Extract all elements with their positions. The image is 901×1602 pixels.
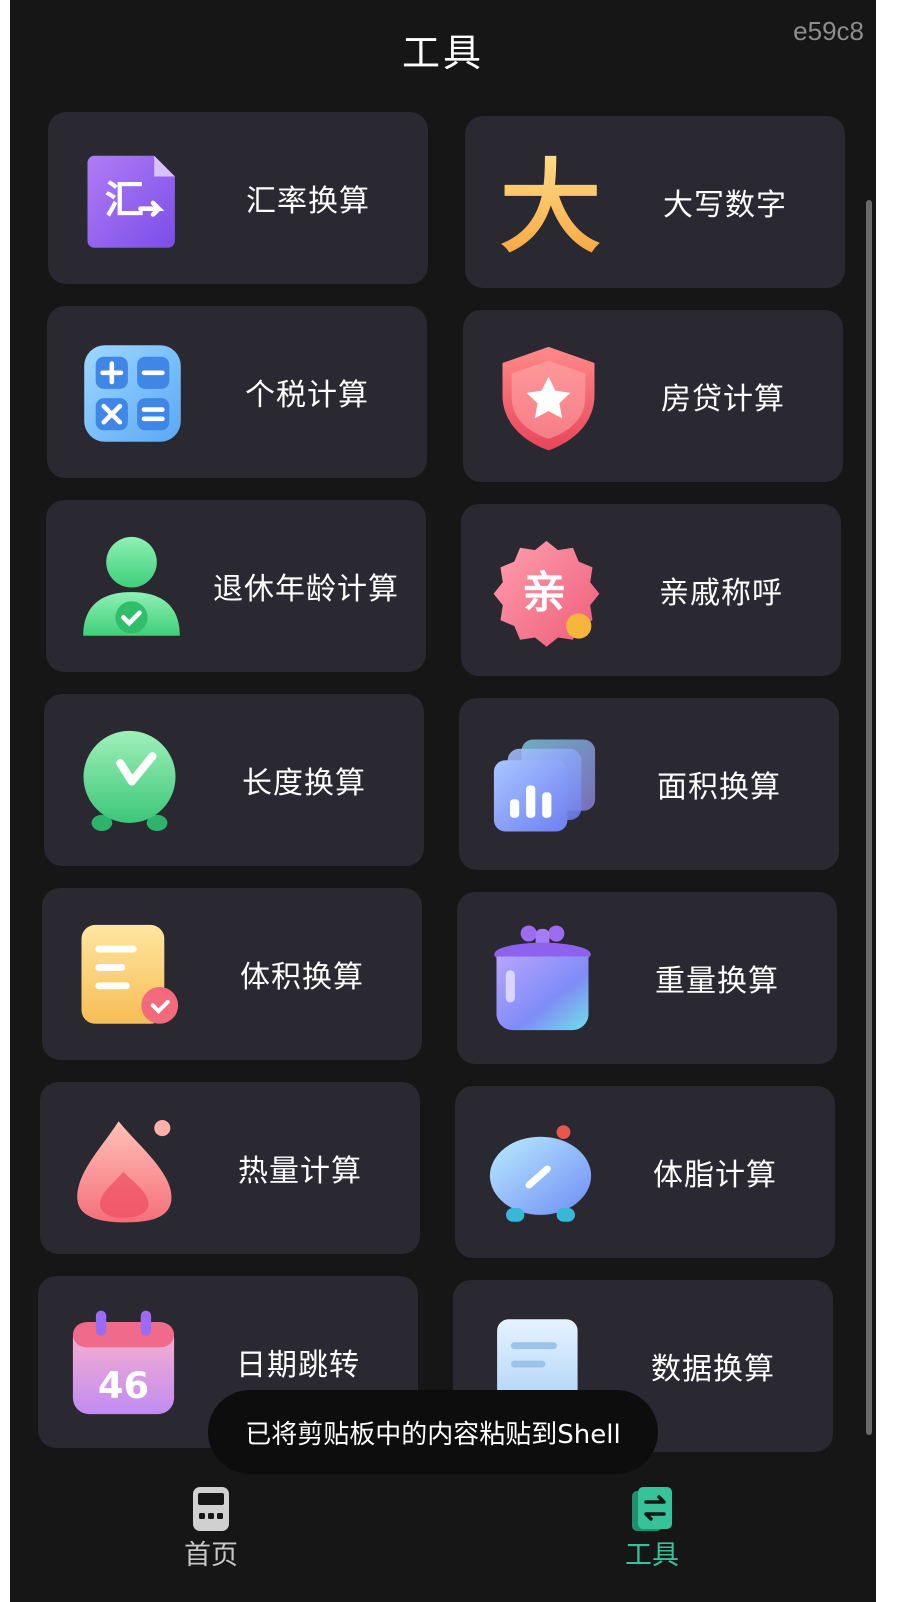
svg-text:汇: 汇 xyxy=(105,178,144,223)
clock-icon xyxy=(72,724,187,839)
calculator-device-icon xyxy=(187,1485,235,1533)
scrollbar[interactable] xyxy=(866,200,872,1435)
tool-label: 体积换算 xyxy=(240,960,364,995)
nav-home[interactable]: 首页 xyxy=(141,1475,281,1595)
document-heart-icon xyxy=(70,918,185,1033)
svg-text:46: 46 xyxy=(98,1364,149,1407)
nav-tools-label: 工具 xyxy=(625,1540,679,1571)
calculator-icon xyxy=(75,336,190,451)
tool-card-weight[interactable]: 重量换算 xyxy=(457,892,837,1064)
scale-icon xyxy=(483,1116,598,1231)
svg-text:亲: 亲 xyxy=(522,568,566,619)
bottom-nav: 首页 工具 xyxy=(10,1475,876,1602)
tool-card-retirement-age[interactable]: 退休年龄计算 xyxy=(46,500,426,672)
capital-number-icon: 大 xyxy=(493,146,608,261)
tool-label: 大写数字 xyxy=(663,188,787,223)
tool-card-income-tax[interactable]: 个税计算 xyxy=(47,306,427,478)
tool-label: 长度换算 xyxy=(242,766,366,801)
tool-label: 亲戚称呼 xyxy=(659,576,783,611)
nav-home-label: 首页 xyxy=(184,1540,238,1571)
tool-label: 面积换算 xyxy=(657,770,781,805)
bar-chart-cards-icon xyxy=(487,728,602,843)
calendar-icon: 46 xyxy=(66,1306,181,1421)
tool-card-area[interactable]: 面积换算 xyxy=(459,698,839,870)
swap-book-icon xyxy=(628,1485,676,1533)
tool-card-capital-number[interactable]: 大 大写数字 xyxy=(465,116,845,288)
svg-text:大: 大 xyxy=(500,149,601,261)
relative-badge-icon: 亲 xyxy=(489,534,604,649)
app-screen: 工具 e59c8 汇 汇率换算 大 大写数字 个税计算 房贷计算 退休年龄计算 … xyxy=(10,0,876,1602)
tool-card-mortgage[interactable]: 房贷计算 xyxy=(463,310,843,482)
tool-label: 重量换算 xyxy=(655,964,779,999)
tool-card-exchange-rate[interactable]: 汇 汇率换算 xyxy=(48,112,428,284)
tool-card-length[interactable]: 长度换算 xyxy=(44,694,424,866)
tool-label: 热量计算 xyxy=(238,1154,362,1189)
toast-message: 已将剪贴板中的内容粘贴到Shell xyxy=(208,1390,658,1474)
tool-label: 个税计算 xyxy=(245,378,369,413)
tool-label: 房贷计算 xyxy=(661,382,785,417)
shield-star-icon xyxy=(491,340,606,455)
exchange-rate-icon: 汇 xyxy=(76,142,191,257)
nav-tools[interactable]: 工具 xyxy=(582,1475,722,1595)
flame-icon xyxy=(68,1112,183,1227)
tool-card-calories[interactable]: 热量计算 xyxy=(40,1082,420,1254)
tool-card-volume[interactable]: 体积换算 xyxy=(42,888,422,1060)
tool-card-relatives[interactable]: 亲 亲戚称呼 xyxy=(461,504,841,676)
tool-label: 汇率换算 xyxy=(246,184,370,219)
jar-icon xyxy=(485,922,600,1037)
tool-label: 体脂计算 xyxy=(653,1158,777,1193)
tool-card-body-fat[interactable]: 体脂计算 xyxy=(455,1086,835,1258)
person-check-icon xyxy=(74,530,189,645)
tool-grid: 汇 汇率换算 大 大写数字 个税计算 房贷计算 退休年龄计算 亲 亲戚称呼 长度… xyxy=(10,0,876,1602)
tool-label: 退休年龄计算 xyxy=(213,572,399,607)
